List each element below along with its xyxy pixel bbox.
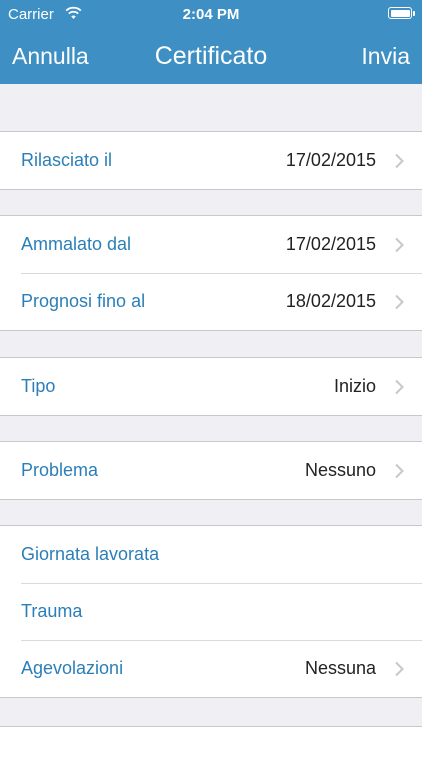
row-value: Inizio xyxy=(333,376,376,396)
row-label: Ammalato dal xyxy=(21,234,132,254)
chevron-right-icon xyxy=(395,463,404,479)
section-next-partial xyxy=(0,726,422,766)
chevron-right-icon xyxy=(395,294,404,310)
row-label: Trauma xyxy=(21,601,83,621)
row-value: 18/02/2015 xyxy=(285,291,376,311)
row-label: Problema xyxy=(21,460,99,480)
row-prognosis-until[interactable]: Prognosi fino al 18/02/2015 xyxy=(0,273,422,330)
battery-icon xyxy=(388,7,415,19)
cancel-button[interactable]: Annulla xyxy=(12,42,89,70)
row-value: Nessuna xyxy=(304,658,376,678)
section-type: Tipo Inizio xyxy=(0,357,422,416)
row-label: Agevolazioni xyxy=(21,658,124,678)
row-label: Tipo xyxy=(21,376,56,396)
row-trauma[interactable]: Trauma xyxy=(0,583,422,640)
chevron-right-icon xyxy=(395,237,404,253)
row-value: 17/02/2015 xyxy=(285,150,376,170)
row-issued-date[interactable]: Rilasciato il 17/02/2015 xyxy=(0,132,422,189)
row-value: Nessuno xyxy=(304,460,376,480)
chevron-right-icon xyxy=(395,661,404,677)
section-issued: Rilasciato il 17/02/2015 xyxy=(0,131,422,190)
section-illness-period: Ammalato dal 17/02/2015 Prognosi fino al… xyxy=(0,215,422,331)
row-label: Giornata lavorata xyxy=(21,544,160,564)
navigation-bar: Carrier 2:04 PM Certificato Annulla Invi… xyxy=(0,0,422,84)
row-label: Prognosi fino al xyxy=(21,291,146,311)
row-worked-day[interactable]: Giornata lavorata xyxy=(0,526,422,583)
row-benefits[interactable]: Agevolazioni Nessuna xyxy=(0,640,422,697)
chevron-right-icon xyxy=(395,379,404,395)
section-problem: Problema Nessuno xyxy=(0,441,422,500)
row-type[interactable]: Tipo Inizio xyxy=(0,358,422,415)
row-problem[interactable]: Problema Nessuno xyxy=(0,442,422,499)
row-label: Rilasciato il xyxy=(21,150,113,170)
status-time: 2:04 PM xyxy=(182,6,240,23)
row-value: 17/02/2015 xyxy=(285,234,376,254)
send-button[interactable]: Invia xyxy=(361,42,410,70)
section-details: Giornata lavorata Trauma Agevolazioni Ne… xyxy=(0,525,422,698)
chevron-right-icon xyxy=(395,153,404,169)
status-bar: Carrier 2:04 PM xyxy=(0,0,422,30)
row-ill-since[interactable]: Ammalato dal 17/02/2015 xyxy=(0,216,422,273)
